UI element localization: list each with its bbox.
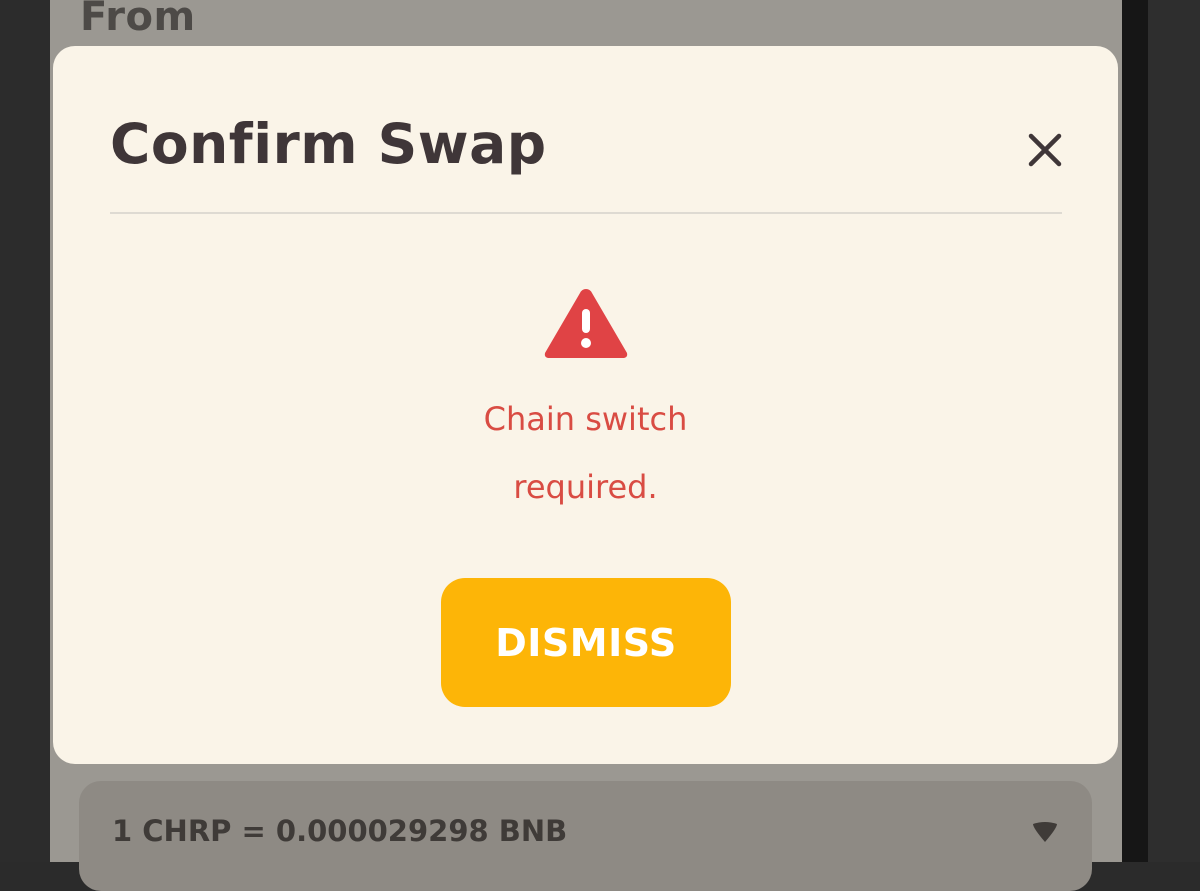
warning-triangle-icon [544, 289, 628, 358]
from-label: From [80, 0, 196, 40]
modal-title: Confirm Swap [110, 112, 547, 176]
error-message-line-2: required. [513, 468, 658, 506]
caret-down-icon[interactable] [1030, 820, 1060, 846]
right-edge-panel [1148, 0, 1200, 862]
left-edge-panel [0, 0, 50, 862]
dismiss-button[interactable]: DISMISS [441, 578, 731, 707]
scrollbar-track[interactable] [1122, 0, 1148, 862]
confirm-swap-modal: Confirm Swap Chain switch required. DISM… [53, 46, 1118, 764]
close-icon[interactable] [1021, 126, 1069, 174]
error-message-line-1: Chain switch [483, 400, 688, 438]
exchange-rate-text: 1 CHRP = 0.000029298 BNB [112, 814, 568, 848]
modal-divider [110, 212, 1062, 214]
